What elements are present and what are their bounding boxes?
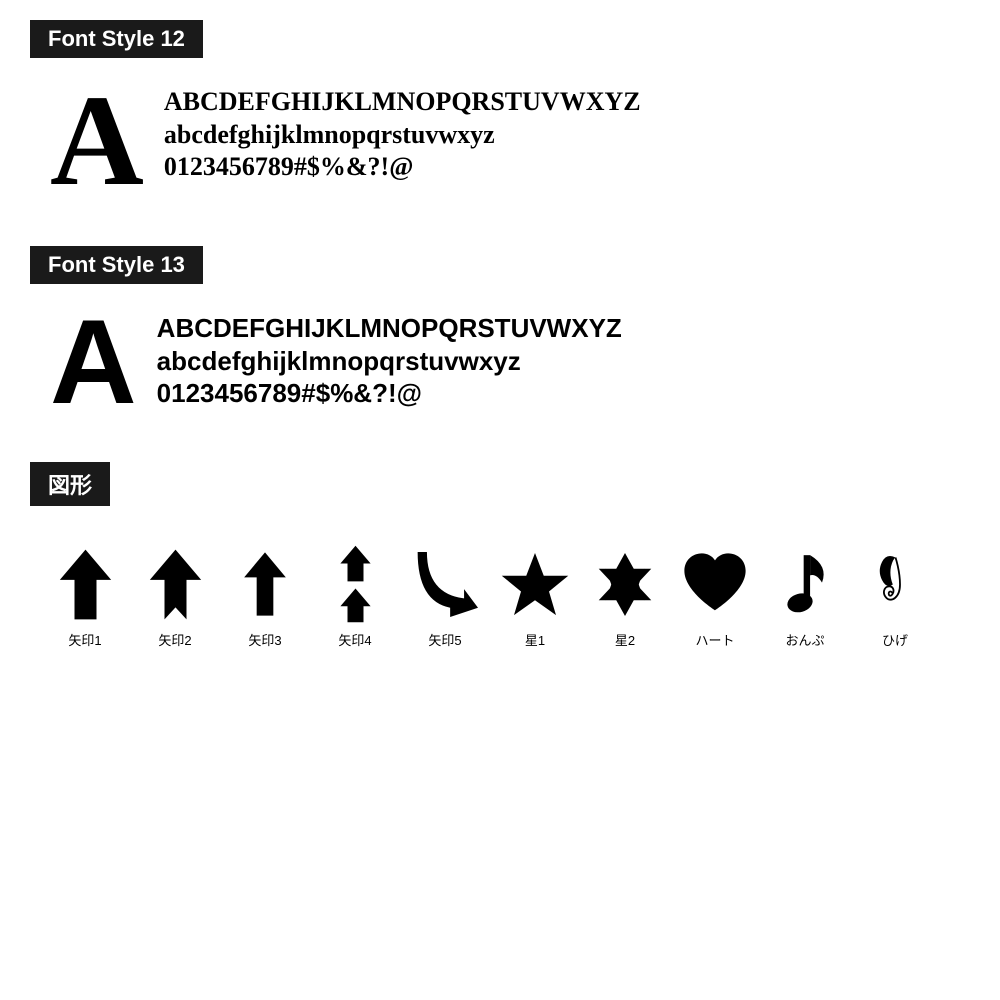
list-item: ハート	[670, 544, 760, 649]
page: Font Style 12 A ABCDEFGHIJKLMNOPQRSTUVWX…	[0, 0, 1000, 669]
arrow4-label: 矢印4	[338, 630, 371, 649]
font-style-12-section: Font Style 12 A ABCDEFGHIJKLMNOPQRSTUVWX…	[30, 20, 970, 206]
arrow4-icon	[320, 544, 390, 624]
font-style-13-section: Font Style 13 A ABCDEFGHIJKLMNOPQRSTUVWX…	[30, 246, 970, 422]
mustache-label: ひげ	[882, 630, 908, 649]
arrow1-icon	[50, 544, 120, 624]
music-label: おんぷ	[785, 630, 824, 649]
font-style-13-label: Font Style 13	[30, 246, 203, 284]
arrow3-icon	[230, 544, 300, 624]
heart-label: ハート	[695, 630, 734, 649]
list-item: 星2	[580, 544, 670, 649]
list-item: おんぷ	[760, 544, 850, 649]
font-13-line2: abcdefghijklmnopqrstuvwxyz	[157, 345, 622, 378]
list-item: 星1	[490, 544, 580, 649]
arrow5-icon	[410, 544, 480, 624]
star1-label: 星1	[525, 630, 545, 649]
font-12-line3: 0123456789#$%&?!@	[164, 151, 641, 184]
list-item: 矢印5	[400, 544, 490, 649]
shapes-label: 図形	[30, 462, 110, 506]
font-style-12-label: Font Style 12	[30, 20, 203, 58]
font-12-line2: abcdefghijklmnopqrstuvwxyz	[164, 119, 641, 152]
arrow5-label: 矢印5	[428, 630, 461, 649]
arrow1-label: 矢印1	[68, 630, 101, 649]
shapes-section: 図形 矢印1 矢印2	[30, 462, 970, 649]
list-item: ひげ	[850, 544, 940, 649]
list-item: 矢印4	[310, 544, 400, 649]
font-12-char-lines: ABCDEFGHIJKLMNOPQRSTUVWXYZ abcdefghijklm…	[164, 76, 641, 184]
font-style-13-display: A ABCDEFGHIJKLMNOPQRSTUVWXYZ abcdefghijk…	[30, 302, 970, 422]
font-12-big-letter: A	[50, 76, 144, 206]
font-13-line1: ABCDEFGHIJKLMNOPQRSTUVWXYZ	[157, 312, 622, 345]
mustache-icon	[860, 544, 930, 624]
list-item: 矢印3	[220, 544, 310, 649]
list-item: 矢印1	[40, 544, 130, 649]
arrow3-label: 矢印3	[248, 630, 281, 649]
list-item: 矢印2	[130, 544, 220, 649]
heart-icon	[680, 544, 750, 624]
font-style-12-display: A ABCDEFGHIJKLMNOPQRSTUVWXYZ abcdefghijk…	[30, 76, 970, 206]
star1-icon	[500, 544, 570, 624]
font-12-line1: ABCDEFGHIJKLMNOPQRSTUVWXYZ	[164, 86, 641, 119]
star2-label: 星2	[615, 630, 635, 649]
arrow2-label: 矢印2	[158, 630, 191, 649]
star2-icon	[590, 544, 660, 624]
music-icon	[770, 544, 840, 624]
font-13-line3: 0123456789#$%&?!@	[157, 377, 622, 410]
shapes-grid: 矢印1 矢印2 矢印3	[30, 524, 970, 649]
font-13-big-letter: A	[50, 302, 137, 422]
font-13-char-lines: ABCDEFGHIJKLMNOPQRSTUVWXYZ abcdefghijklm…	[157, 302, 622, 410]
arrow2-icon	[140, 544, 210, 624]
